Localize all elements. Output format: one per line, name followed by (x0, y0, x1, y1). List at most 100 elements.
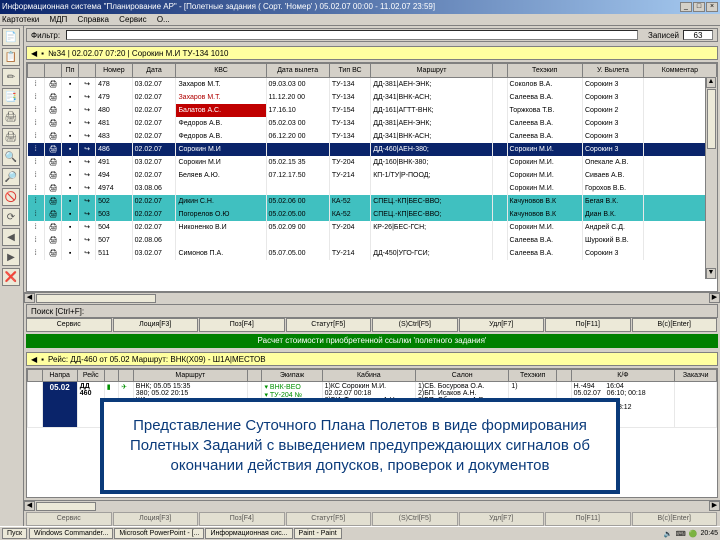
tool-btn[interactable]: 🔎 (2, 168, 20, 186)
col-header[interactable]: Напра (42, 370, 77, 382)
fn-button[interactable]: В(с)[Enter] (632, 512, 718, 526)
fn-button[interactable]: Поз[F4] (199, 318, 285, 332)
fn-button[interactable]: Поз[F4] (199, 512, 285, 526)
col-header[interactable]: Техэкип (507, 64, 582, 78)
menu-item[interactable]: МДП (49, 15, 67, 24)
col-header[interactable]: Заказчи (675, 370, 717, 382)
col-header[interactable]: У. Вылета (582, 64, 643, 78)
taskbar-item[interactable]: Информационная сис... (205, 528, 292, 539)
min-btn[interactable]: _ (680, 2, 692, 12)
filter-input[interactable] (66, 30, 638, 40)
tool-btn[interactable]: 📑 (2, 88, 20, 106)
tray-icon[interactable]: 🟢 (689, 530, 698, 538)
table-row[interactable]: ⁞🖨▪↪50202.02.07Дикин С.Н.05.02.06 00КА-5… (28, 195, 717, 208)
col-header[interactable]: КВС (176, 64, 266, 78)
table-row[interactable]: ⁞🖨▪↪49402.02.07Беляев А.Ю.07.12.17.50ТУ-… (28, 169, 717, 182)
fn-button[interactable]: По[F11] (545, 318, 631, 332)
clock: 20:45 (700, 530, 718, 537)
col-header[interactable] (45, 64, 62, 78)
menu-item[interactable]: Справка (78, 15, 109, 24)
tool-btn[interactable]: 🖨 (2, 108, 20, 126)
tool-btn[interactable]: ⟳ (2, 208, 20, 226)
taskbar-item[interactable]: Windows Commander... (29, 528, 113, 539)
table-row[interactable]: ⁞🖨▪↪50302.02.07Погорелов О.Ю05.02.05.00К… (28, 208, 717, 221)
menu-item[interactable]: О... (157, 15, 170, 24)
table-row[interactable]: ⁞🖨▪↪50402.02.07Никоненко В.И05.02.09 00Т… (28, 221, 717, 234)
upper-grid: Пп НомерДатаКВСДата вылетаТип ВСМаршрут Те… (26, 62, 718, 292)
col-header[interactable]: Тип ВС (329, 64, 370, 78)
col-header[interactable]: К/Ф (571, 370, 675, 382)
fn-button[interactable]: Удл[F7] (459, 318, 545, 332)
fn-button[interactable]: (S)Ctrl[F5] (372, 512, 458, 526)
scroll-v[interactable]: ▲▼ (705, 77, 717, 279)
menu-item[interactable]: Картотеки (2, 15, 39, 24)
col-header[interactable]: Дата (132, 64, 176, 78)
fn-button[interactable]: Удл[F7] (459, 512, 545, 526)
table-row[interactable]: ⁞🖨▪↪48602.02.07Сорокин М.ИДД-460|АЕН-380… (28, 143, 717, 156)
tool-btn[interactable]: 🖨 (2, 128, 20, 146)
fn-button[interactable]: Сервис (26, 318, 112, 332)
tool-btn[interactable]: ▶ (2, 248, 20, 266)
col-header[interactable]: Пп (62, 64, 79, 78)
fn-button[interactable]: Сервис (26, 512, 112, 526)
table-row[interactable]: ⁞🖨▪↪47902.02.07Захаров М.Т.11.12.20 00ТУ… (28, 91, 717, 104)
tool-btn[interactable]: 🚫 (2, 188, 20, 206)
max-btn[interactable]: □ (693, 2, 705, 12)
table-row[interactable]: ⁞🖨▪↪47803.02.07Захаров М.Т.09.03.03 00ТУ… (28, 78, 717, 91)
tray-icon[interactable]: ⌨ (676, 530, 686, 538)
col-header[interactable]: Экипаж (262, 370, 322, 382)
col-header[interactable]: Маршрут (133, 370, 247, 382)
row-subtitle: ◀▪ №34 | 02.02.07 07:20 | Сорокин М.И ТУ… (26, 46, 718, 60)
app-title: Информационная система "Планирование АР"… (2, 0, 435, 14)
upper-table[interactable]: Пп НомерДатаКВСДата вылетаТип ВСМаршрут Те… (27, 63, 717, 260)
col-header[interactable] (492, 64, 507, 78)
col-header[interactable]: Дата вылета (266, 64, 329, 78)
col-header[interactable]: Рейс (77, 370, 104, 382)
table-row[interactable]: ⁞🖨▪↪48102.02.07Федоров А.В.05.02.03 00ТУ… (28, 117, 717, 130)
table-row[interactable]: ⁞🖨▪↪51103.02.07Симонов П.А.05.07.05.00ТУ… (28, 247, 717, 260)
col-header[interactable]: Комментар (643, 64, 716, 78)
col-header[interactable] (104, 370, 119, 382)
col-header[interactable] (119, 370, 134, 382)
fn-button[interactable]: Статут[F5] (286, 318, 372, 332)
col-header[interactable]: Техэкип (509, 370, 557, 382)
taskbar-item[interactable]: Microsoft PowerPoint - [... (114, 528, 204, 539)
col-header[interactable] (247, 370, 262, 382)
col-header[interactable] (79, 64, 96, 78)
left-toolbar: 📄 📋 ✏ 📑 🖨 🖨 🔍 🔎 🚫 ⟳ ◀ ▶ ❌ (0, 26, 24, 538)
fn-button[interactable]: (S)Ctrl[F5] (372, 318, 458, 332)
search-row: Поиск [Ctrl+F]: (26, 304, 718, 318)
fn-button[interactable]: Статут[F5] (286, 512, 372, 526)
fn-button[interactable]: Лоция[F3] (113, 318, 199, 332)
col-header[interactable] (28, 370, 43, 382)
start-button[interactable]: Пуск (2, 528, 27, 539)
col-header[interactable] (557, 370, 572, 382)
tool-btn[interactable]: 🔍 (2, 148, 20, 166)
col-header[interactable]: Кабина (322, 370, 415, 382)
tray-icon[interactable]: 🔉 (664, 530, 673, 538)
table-row[interactable]: ⁞🖨▪↪48002.02.07Балатов А.С.17.16.10ТУ-15… (28, 104, 717, 117)
menu-item[interactable]: Сервис (119, 15, 146, 24)
table-row[interactable]: ⁞🖨▪↪48302.02.07Федоров А.В.06.12.20 00ТУ… (28, 130, 717, 143)
taskbar-item[interactable]: Paint - Paint (294, 528, 342, 539)
close-btn[interactable]: × (706, 2, 718, 12)
records-label: Записей (648, 31, 679, 40)
tool-btn[interactable]: ❌ (2, 268, 20, 286)
fn-button[interactable]: По[F11] (545, 512, 631, 526)
table-row[interactable]: ⁞🖨▪↪497403.08.06Сорокин М.И.Горохов В.Б. (28, 182, 717, 195)
table-row[interactable]: ⁞🖨▪↪50702.08.06Салеева В.А.Шурокий В.В. (28, 234, 717, 247)
fn-button[interactable]: Лоция[F3] (113, 512, 199, 526)
tool-btn[interactable]: ◀ (2, 228, 20, 246)
col-header[interactable] (28, 64, 45, 78)
col-header[interactable]: Маршрут (371, 64, 493, 78)
fn-button[interactable]: В(с)[Enter] (632, 318, 718, 332)
tool-btn[interactable]: ✏ (2, 68, 20, 86)
menubar: Картотеки МДП Справка Сервис О... (0, 14, 720, 26)
scroll-h[interactable]: ◀▶ (24, 292, 720, 304)
table-row[interactable]: ⁞🖨▪↪49103.02.07Сорокин М.И05.02.15 35ТУ-… (28, 156, 717, 169)
tool-btn[interactable]: 📋 (2, 48, 20, 66)
tool-btn[interactable]: 📄 (2, 28, 20, 46)
col-header[interactable]: Салон (415, 370, 508, 382)
col-header[interactable]: Номер (96, 64, 133, 78)
scroll-h2[interactable]: ◀▶ (24, 500, 720, 512)
